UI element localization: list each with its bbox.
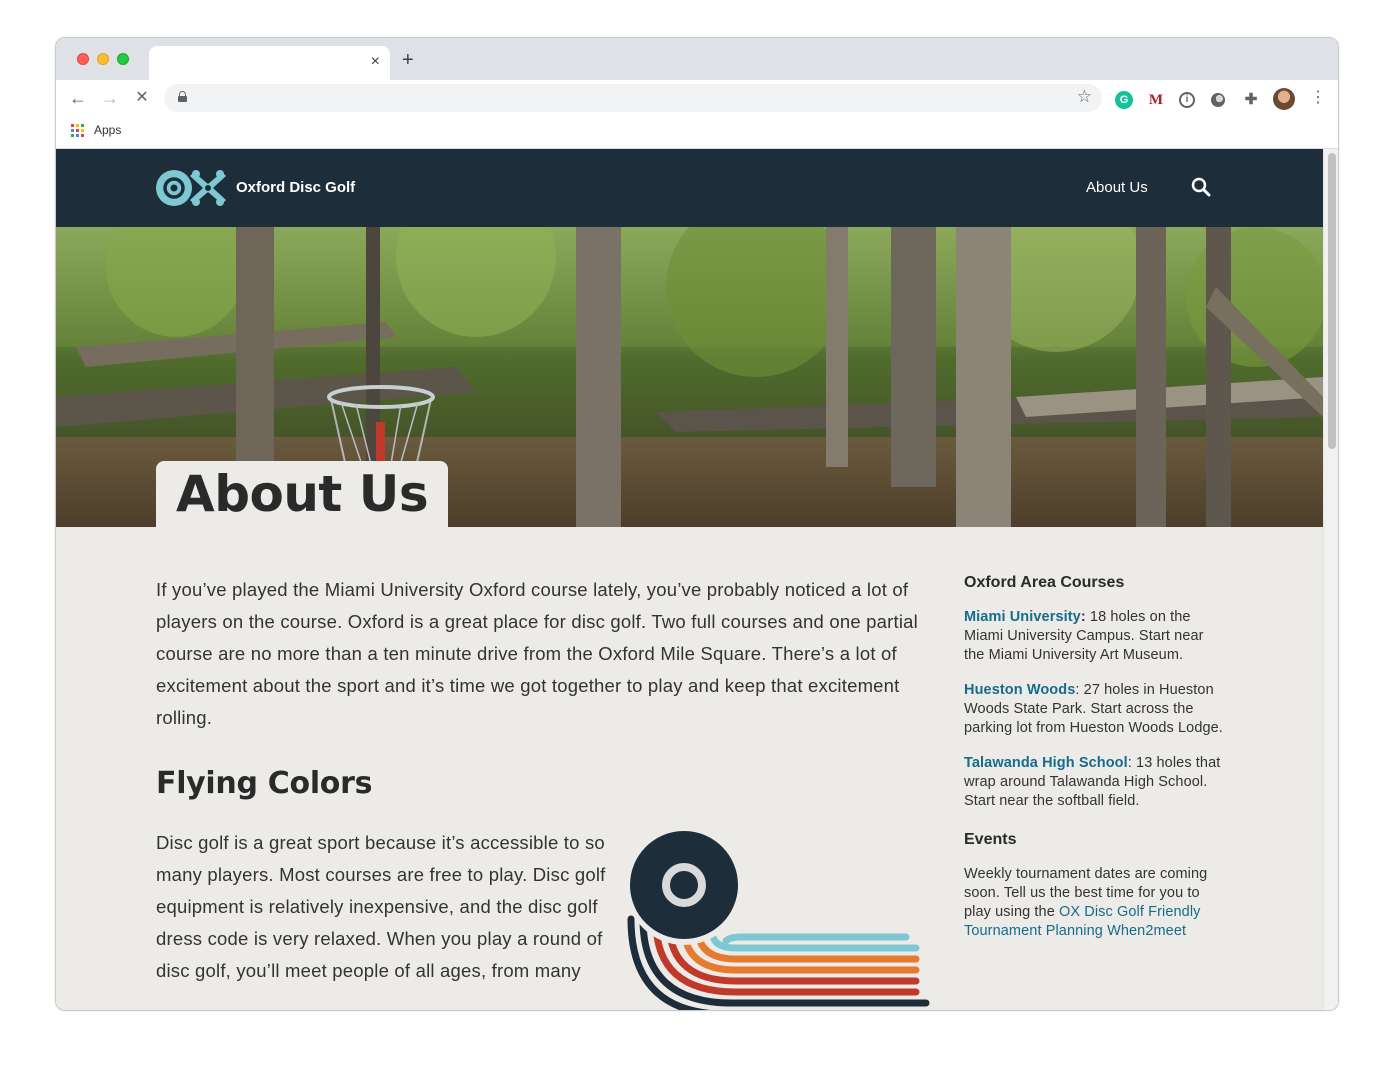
flying-colors-heading: Flying Colors — [156, 766, 373, 801]
site-name[interactable]: Oxford Disc Golf — [236, 179, 355, 196]
browser-menu-icon[interactable]: ⋮ — [1310, 88, 1326, 108]
events-paragraph: Weekly tournament dates are coming soon.… — [964, 865, 1224, 941]
close-window-button[interactable] — [77, 53, 89, 65]
browser-toolbar: ← → ✕ ☆ G M i ✚ ⋮ — [56, 80, 1338, 118]
page-viewport: Oxford Disc Golf About Us About Us If yo… — [56, 149, 1323, 1010]
tab-strip: × + — [56, 38, 1338, 80]
grammarly-extension-icon[interactable]: G — [1115, 91, 1133, 109]
address-bar[interactable]: ☆ — [164, 84, 1102, 112]
stop-loading-button[interactable]: ✕ — [132, 88, 152, 108]
page-title-box: About Us — [156, 461, 449, 527]
site-header: Oxford Disc Golf About Us — [56, 149, 1323, 227]
nav-about-us-link[interactable]: About Us — [1086, 179, 1148, 196]
forward-button[interactable]: → — [100, 88, 120, 108]
active-tab[interactable]: × — [149, 46, 390, 80]
minimize-window-button[interactable] — [97, 53, 109, 65]
events-heading: Events — [964, 831, 1017, 848]
course-item: Hueston Woods: 27 holes in Hueston Woods… — [964, 681, 1224, 738]
talawanda-high-school-link[interactable]: Talawanda High School — [964, 755, 1128, 771]
search-icon[interactable] — [1191, 177, 1211, 197]
circle-extension-icon[interactable] — [1211, 93, 1225, 107]
tab-close-icon[interactable]: × — [371, 52, 380, 72]
miami-university-link[interactable]: Miami University — [964, 609, 1081, 625]
new-tab-button[interactable]: + — [402, 50, 414, 70]
back-button[interactable]: ← — [68, 88, 88, 108]
scrollbar-thumb[interactable] — [1328, 153, 1336, 449]
lock-icon — [178, 91, 187, 102]
maximize-window-button[interactable] — [117, 53, 129, 65]
course-item: Miami University: 18 holes on the Miami … — [964, 608, 1224, 665]
apps-bookmark[interactable]: Apps — [94, 123, 121, 137]
course-item: Talawanda High School: 13 holes that wra… — [964, 754, 1224, 811]
intro-paragraph: If you’ve played the Miami University Ox… — [156, 579, 918, 728]
apps-grid-icon[interactable] — [71, 124, 84, 137]
sidebar: Oxford Area Courses Miami University: 18… — [964, 574, 1224, 941]
profile-avatar[interactable] — [1273, 88, 1295, 110]
flying-disc-illustration — [626, 829, 930, 1010]
page-title: About Us — [176, 465, 429, 523]
hueston-woods-link[interactable]: Hueston Woods — [964, 682, 1075, 698]
miami-extension-icon[interactable]: M — [1147, 91, 1165, 109]
bookmark-star-icon[interactable]: ☆ — [1077, 87, 1092, 107]
info-extension-icon[interactable]: i — [1179, 92, 1195, 108]
ox-logo-icon[interactable] — [156, 170, 228, 206]
extensions-puzzle-icon[interactable]: ✚ — [1242, 91, 1260, 109]
page-scrollbar[interactable] — [1323, 149, 1338, 1010]
browser-window: × + ← → ✕ ☆ G M i ✚ ⋮ Apps Oxford Disc G… — [55, 37, 1339, 1011]
flying-colors-paragraph: Disc golf is a great sport because it’s … — [156, 832, 606, 981]
bookmarks-bar: Apps — [56, 118, 1338, 149]
courses-heading: Oxford Area Courses — [964, 574, 1125, 591]
